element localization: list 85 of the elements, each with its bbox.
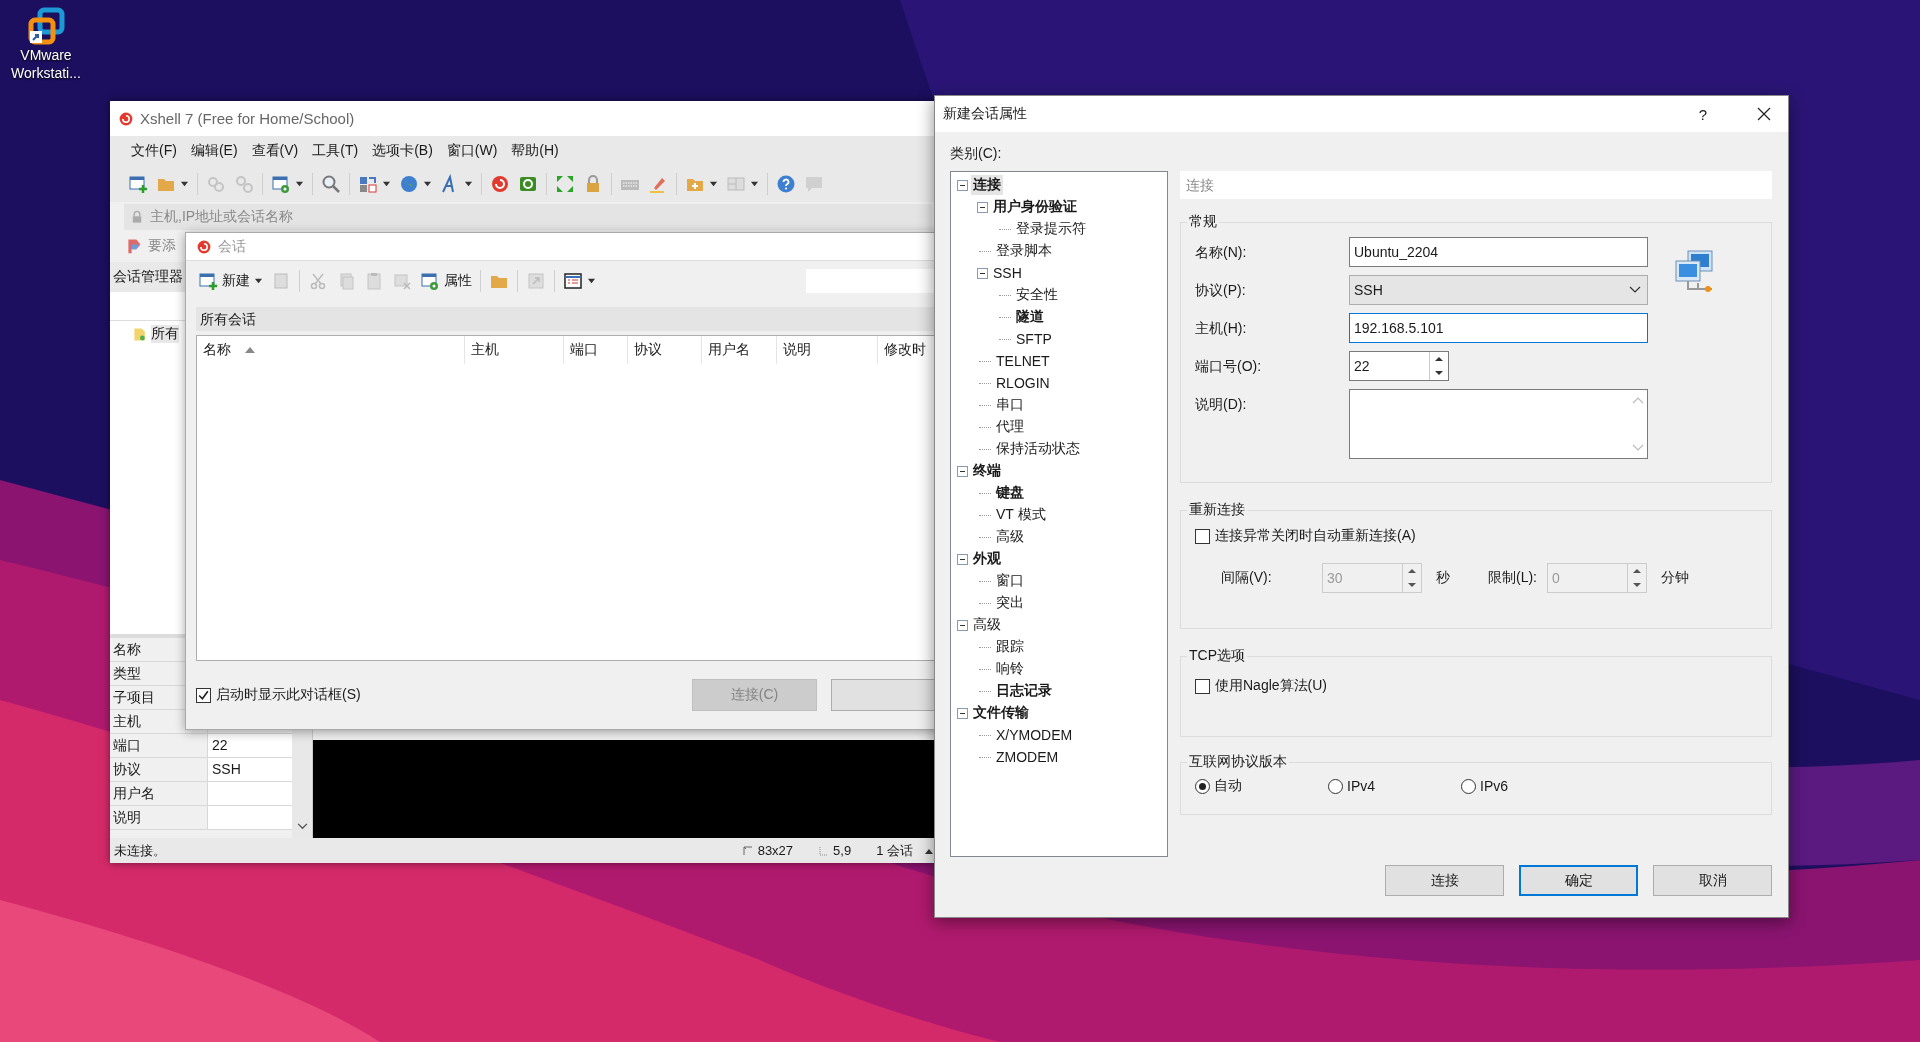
property-value: 22: [208, 734, 292, 757]
field-label: 端口号(O):: [1195, 357, 1263, 376]
dialog-button[interactable]: 确定: [1519, 865, 1638, 896]
checkbox-label: 启动时显示此对话框(S): [216, 686, 361, 704]
links-bar-text: 要添: [148, 237, 176, 255]
checkbox-label: 连接异常关闭时自动重新连接(A): [1215, 527, 1416, 545]
field-label: 限制(L):: [1488, 569, 1537, 587]
tree-item[interactable]: 文件传输: [971, 703, 1031, 723]
tree-item[interactable]: 响铃: [994, 659, 1026, 679]
field-label: 说明(D):: [1195, 395, 1248, 414]
menu-item[interactable]: 查看(V): [244, 142, 306, 160]
tree-item[interactable]: 终端: [971, 461, 1003, 481]
column-header[interactable]: 用户名: [702, 336, 777, 364]
dialog-title: 会话: [218, 237, 246, 256]
property-value: SSH: [208, 758, 292, 781]
group-title: 常规: [1188, 213, 1218, 231]
column-header[interactable]: 名称: [197, 336, 465, 364]
radio-label: 自动: [1214, 777, 1242, 795]
tree-item[interactable]: SSH: [991, 264, 1024, 282]
tree-item[interactable]: 用户身份验证: [991, 197, 1079, 217]
status-text: 未连接。: [114, 841, 166, 860]
tree-item[interactable]: 代理: [994, 417, 1026, 437]
tree-item[interactable]: 连接: [971, 175, 1003, 195]
tree-item[interactable]: 突出: [994, 593, 1026, 613]
session-count: 1 会话: [876, 841, 913, 860]
column-header[interactable]: 说明: [777, 336, 878, 364]
section-title: 连接: [1180, 171, 1772, 199]
tree-item[interactable]: 高级: [971, 615, 1003, 635]
desktop-icon-label[interactable]: VMware Workstati...: [4, 46, 88, 82]
unit-label: 分钟: [1661, 569, 1689, 587]
menu-item[interactable]: 帮助(H): [504, 142, 566, 160]
menu-item[interactable]: 选项卡(B): [365, 142, 440, 160]
help-button[interactable]: ?: [1698, 105, 1707, 123]
menu-item[interactable]: 窗口(W): [439, 142, 505, 160]
tree-item[interactable]: SFTP: [1014, 330, 1054, 348]
menu-item[interactable]: 工具(T): [305, 142, 366, 160]
text-field[interactable]: Ubuntu_2204: [1349, 237, 1648, 267]
tree-item[interactable]: TELNET: [994, 352, 1052, 370]
column-header[interactable]: 主机: [465, 336, 564, 364]
category-label: 类别(C):: [950, 144, 1003, 162]
properties-button[interactable]: 属性: [416, 269, 476, 293]
field-label: 间隔(V):: [1220, 569, 1273, 587]
tree-item[interactable]: 登录脚本: [994, 241, 1054, 261]
text-field[interactable]: 192.168.5.101: [1349, 313, 1648, 343]
tree-item[interactable]: 键盘: [994, 483, 1026, 503]
tree-item[interactable]: 外观: [971, 549, 1003, 569]
terminal-size: 83x27: [757, 843, 794, 858]
tree-item[interactable]: X/YMODEM: [994, 726, 1075, 744]
category-tree[interactable]: 连接 用户身份验证 登录提示符 登录脚本 SSH 安全性 隧道 SFTP TELNET RLOGIN 串口 代理 保持活动状态 终端 键盘 VT 模式 高级 外观 窗口 突出 高级 跟踪 响铃 日志记录 文件传输 X/YMODEM ZMODEM: [950, 171, 1168, 857]
dropdown[interactable]: SSH: [1349, 275, 1648, 305]
window-title: Xshell 7 (Free for Home/School): [140, 110, 355, 127]
new-button[interactable]: 新建: [194, 269, 254, 293]
unit-label: 秒: [1436, 569, 1451, 587]
radio-label: IPv4: [1347, 778, 1375, 794]
group-title: 重新连接: [1188, 501, 1246, 519]
number-field[interactable]: 22: [1349, 351, 1449, 381]
group-title: 互联网协议版本: [1188, 753, 1288, 771]
menu-item[interactable]: 文件(F): [124, 142, 184, 160]
tree-item[interactable]: RLOGIN: [994, 374, 1052, 392]
address-placeholder: 主机,IP地址或会话名称: [150, 208, 294, 226]
dialog-button[interactable]: 取消: [1653, 865, 1772, 896]
tree-item[interactable]: 隧道: [1014, 307, 1046, 327]
dialog-button[interactable]: 连接: [1385, 865, 1504, 896]
checkbox-label: 使用Nagle算法(U): [1215, 677, 1327, 695]
column-header[interactable]: 协议: [628, 336, 702, 364]
radio-label: IPv6: [1480, 778, 1508, 794]
field-label: 主机(H):: [1195, 319, 1248, 338]
tree-item[interactable]: 跟踪: [994, 637, 1026, 657]
dialog-title: 新建会话属性: [943, 105, 1027, 123]
tree-item[interactable]: 串口: [994, 395, 1026, 415]
menu-item[interactable]: 编辑(E): [183, 142, 245, 160]
group-title: TCP选项: [1188, 647, 1246, 665]
tree-item[interactable]: 保持活动状态: [994, 439, 1082, 459]
tree-item[interactable]: VT 模式: [994, 505, 1048, 525]
tree-item[interactable]: 日志记录: [994, 681, 1054, 701]
column-header[interactable]: 端口: [564, 336, 628, 364]
field-label: 协议(P):: [1195, 281, 1247, 300]
field-label: 名称(N):: [1195, 243, 1248, 262]
cursor-position: 5,9: [833, 843, 852, 858]
tree-item[interactable]: 窗口: [994, 571, 1026, 591]
tree-item[interactable]: 高级: [994, 527, 1026, 547]
tree-item[interactable]: ZMODEM: [994, 748, 1061, 766]
tree-item[interactable]: 安全性: [1014, 285, 1060, 305]
tree-item[interactable]: 所有: [151, 325, 179, 343]
tree-item[interactable]: 登录提示符: [1014, 219, 1088, 239]
